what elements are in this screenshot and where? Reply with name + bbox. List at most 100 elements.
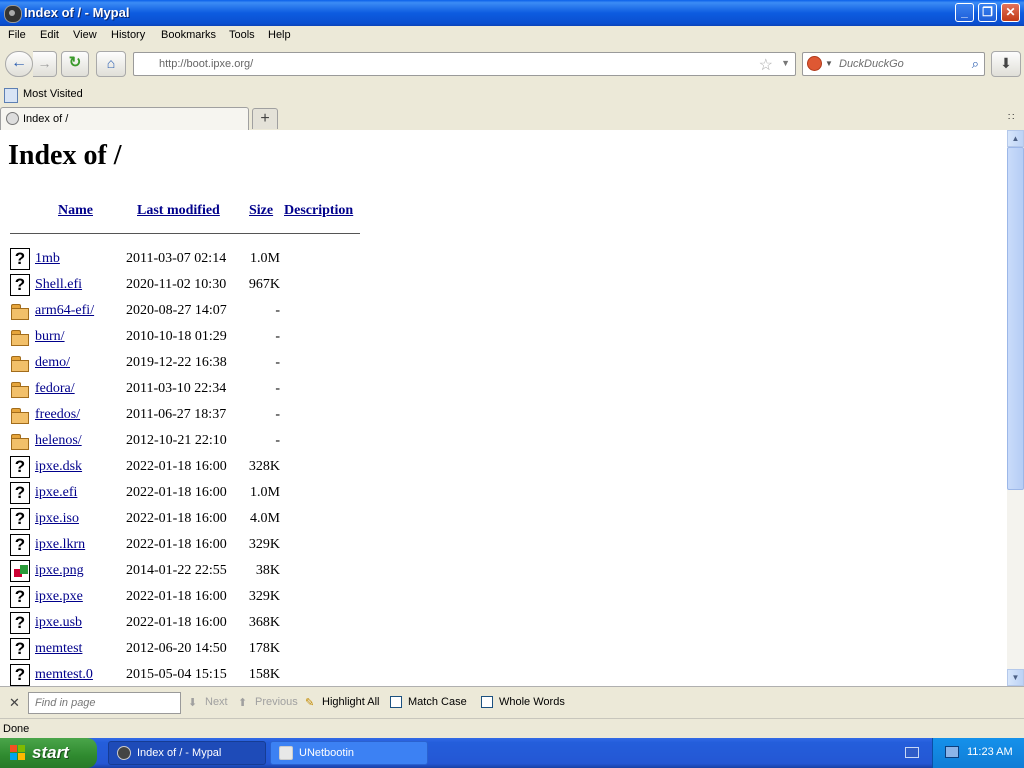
keyboard-language-icon[interactable] <box>905 747 919 758</box>
file-icon: ? <box>10 482 30 504</box>
menu-file[interactable]: File <box>8 29 26 41</box>
file-size: 158K <box>248 667 280 682</box>
whole-words-checkbox[interactable] <box>481 696 493 708</box>
file-link[interactable]: burn/ <box>35 329 65 345</box>
bookmark-star-icon[interactable]: ☆ <box>759 55 773 75</box>
menu-history[interactable]: History <box>111 29 145 41</box>
file-link[interactable]: freedos/ <box>35 407 80 423</box>
file-icon: ? <box>10 664 30 686</box>
file-size: 967K <box>248 277 280 292</box>
file-size: - <box>275 303 280 318</box>
vertical-scrollbar[interactable]: ▲ ▼ <box>1007 130 1024 686</box>
file-link[interactable]: ipxe.png <box>35 563 84 579</box>
last-modified: 2022-01-18 16:00 <box>126 485 227 500</box>
menu-tools[interactable]: Tools <box>229 29 255 41</box>
forward-button[interactable]: → <box>33 51 57 77</box>
table-row: ? 1mb 2011-03-07 02:14 1.0M <box>0 248 400 274</box>
file-size: - <box>275 381 280 396</box>
list-all-tabs-icon[interactable]: ∷ <box>1008 112 1014 123</box>
network-icon[interactable] <box>945 746 959 758</box>
menu-edit[interactable]: Edit <box>40 29 59 41</box>
last-modified: 2011-06-27 18:37 <box>126 407 227 422</box>
file-link[interactable]: demo/ <box>35 355 70 371</box>
file-link[interactable]: memtest.0 <box>35 667 93 683</box>
search-input[interactable]: DuckDuckGo <box>839 58 904 70</box>
table-row: demo/2019-12-22 16:38 - <box>0 352 400 378</box>
downloads-button[interactable]: ⬇ <box>991 51 1021 77</box>
scroll-thumb[interactable] <box>1007 147 1024 490</box>
file-link[interactable]: ipxe.usb <box>35 615 82 631</box>
file-size: 178K <box>248 641 280 656</box>
file-link[interactable]: ipxe.lkrn <box>35 537 85 553</box>
file-link[interactable]: 1mb <box>35 251 60 267</box>
bookmark-most-visited[interactable]: Most Visited <box>23 88 83 100</box>
search-icon[interactable]: ⌕ <box>972 56 979 72</box>
window-title: Index of / - Mypal <box>24 5 130 20</box>
close-find-bar-icon[interactable]: ✕ <box>9 695 20 711</box>
file-size: - <box>275 407 280 422</box>
back-button[interactable]: ← <box>5 51 33 77</box>
bookmarks-toolbar: Most Visited <box>0 84 1024 106</box>
highlight-all-button[interactable]: Highlight All <box>322 696 379 708</box>
search-bar[interactable]: ▼ DuckDuckGo ⌕ <box>802 52 985 76</box>
reload-button[interactable]: ↻ <box>61 51 89 77</box>
duckduckgo-engine-icon[interactable] <box>807 56 822 71</box>
title-bar[interactable]: Index of / - Mypal _ ❐ ✕ <box>0 0 1024 26</box>
maximize-button[interactable]: ❐ <box>978 3 997 22</box>
match-case-label[interactable]: Match Case <box>408 696 467 708</box>
last-modified: 2015-05-04 15:15 <box>126 667 227 682</box>
file-icon: ? <box>10 534 30 556</box>
file-size: 1.0M <box>250 485 280 500</box>
file-link[interactable]: ipxe.pxe <box>35 589 83 605</box>
forward-arrow-icon: → <box>37 55 52 71</box>
url-bar[interactable]: http://boot.ipxe.org/ ☆ ▼ <box>133 52 796 76</box>
scroll-up-icon[interactable]: ▲ <box>1007 130 1024 147</box>
column-description-link[interactable]: Description <box>284 203 353 219</box>
start-button[interactable]: start <box>0 738 97 768</box>
whole-words-label[interactable]: Whole Words <box>499 696 565 708</box>
last-modified: 2022-01-18 16:00 <box>126 615 227 630</box>
find-next-button[interactable]: Next <box>205 696 228 708</box>
file-link[interactable]: memtest <box>35 641 82 657</box>
table-row: arm64-efi/2020-08-27 14:07 - <box>0 300 400 326</box>
engine-dropdown-icon[interactable]: ▼ <box>825 59 833 68</box>
url-text[interactable]: http://boot.ipxe.org/ <box>159 58 253 70</box>
find-input[interactable]: Find in page <box>28 692 181 714</box>
mypal-app-icon <box>4 5 22 23</box>
match-case-checkbox[interactable] <box>390 696 402 708</box>
taskbar-item-mypal[interactable]: Index of / - Mypal <box>108 741 266 765</box>
last-modified: 2019-12-22 16:38 <box>126 355 227 370</box>
mypal-task-icon <box>117 746 131 760</box>
column-size-link[interactable]: Size <box>249 203 273 219</box>
minimize-button[interactable]: _ <box>955 3 974 22</box>
menu-bar: File Edit View History Bookmarks Tools H… <box>0 26 1024 46</box>
column-modified-link[interactable]: Last modified <box>137 203 220 219</box>
last-modified: 2010-10-18 01:29 <box>126 329 227 344</box>
file-link[interactable]: Shell.efi <box>35 277 82 293</box>
menu-view[interactable]: View <box>73 29 97 41</box>
file-link[interactable]: arm64-efi/ <box>35 303 94 319</box>
file-link[interactable]: ipxe.efi <box>35 485 77 501</box>
file-icon: ? <box>10 248 30 270</box>
page-content: Index of / Name Last modified Size Descr… <box>0 130 1007 686</box>
file-size: 368K <box>248 615 280 630</box>
column-name-link[interactable]: Name <box>58 203 93 219</box>
last-modified: 2022-01-18 16:00 <box>126 589 227 604</box>
url-history-dropdown-icon[interactable]: ▼ <box>781 58 790 68</box>
tab-index-of[interactable]: Index of / <box>0 107 249 130</box>
file-link[interactable]: fedora/ <box>35 381 75 397</box>
file-link[interactable]: ipxe.dsk <box>35 459 82 475</box>
file-link[interactable]: ipxe.iso <box>35 511 79 527</box>
clock[interactable]: 11:23 AM <box>967 746 1013 758</box>
home-button[interactable]: ⌂ <box>96 51 126 77</box>
menu-help[interactable]: Help <box>268 29 291 41</box>
menu-bookmarks[interactable]: Bookmarks <box>161 29 216 41</box>
file-icon: ? <box>10 612 30 634</box>
find-previous-button[interactable]: Previous <box>255 696 298 708</box>
file-icon: ? <box>10 638 30 660</box>
new-tab-button[interactable]: + <box>252 108 278 129</box>
close-window-button[interactable]: ✕ <box>1001 3 1020 22</box>
scroll-down-icon[interactable]: ▼ <box>1007 669 1024 686</box>
taskbar-item-unetbootin[interactable]: UNetbootin <box>270 741 428 765</box>
file-link[interactable]: helenos/ <box>35 433 82 449</box>
